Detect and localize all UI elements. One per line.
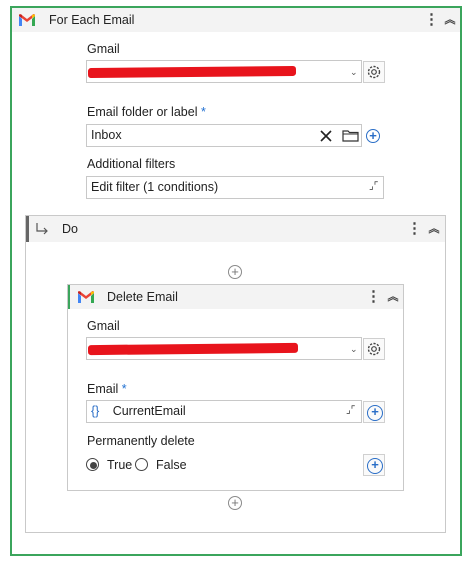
radio-false[interactable] xyxy=(135,458,148,471)
radio-true[interactable] xyxy=(86,458,99,471)
radio-true-label: True xyxy=(107,458,133,472)
gmail-settings-button[interactable] xyxy=(363,61,385,83)
add-icon: + xyxy=(367,458,383,474)
activity-title: For Each Email xyxy=(49,13,135,27)
filters-label: Additional filters xyxy=(87,157,176,171)
email-label: Email * xyxy=(87,382,127,396)
expand-icon[interactable]: ⌟⌜ xyxy=(346,405,355,416)
branch-arrow-icon xyxy=(36,223,48,235)
collapse-icon[interactable]: ︽ xyxy=(386,290,400,304)
add-icon[interactable]: + xyxy=(366,129,380,143)
variable-braces-icon: {} xyxy=(91,404,100,418)
clear-icon[interactable] xyxy=(320,130,332,142)
insert-activity-button[interactable]: + xyxy=(228,496,242,510)
gmail-label: Gmail xyxy=(87,42,120,56)
inner-gmail-label: Gmail xyxy=(87,319,120,333)
more-options-icon[interactable]: ⋮ xyxy=(407,221,422,237)
dropdown-caret-icon[interactable]: ⌄ xyxy=(350,67,358,78)
gmail-icon xyxy=(78,291,94,303)
do-header[interactable] xyxy=(26,216,445,242)
dropdown-caret-icon[interactable]: ⌄ xyxy=(350,344,358,355)
email-input[interactable]: {} CurrentEmail xyxy=(86,400,362,423)
delete-email-title: Delete Email xyxy=(107,290,178,304)
filters-input[interactable]: Edit filter (1 conditions) xyxy=(86,176,384,199)
inner-gmail-settings-button[interactable] xyxy=(363,338,385,360)
gear-icon xyxy=(367,342,381,356)
email-value: CurrentEmail xyxy=(112,404,186,418)
add-icon: + xyxy=(367,405,383,421)
insert-activity-button[interactable]: + xyxy=(228,265,242,279)
more-options-icon[interactable]: ⋮ xyxy=(424,12,439,28)
filters-value: Edit filter (1 conditions) xyxy=(91,180,219,194)
folder-icon[interactable] xyxy=(342,129,359,142)
folder-label: Email folder or label * xyxy=(87,105,206,119)
collapse-icon[interactable]: ︽ xyxy=(443,13,457,27)
gear-icon xyxy=(367,65,381,79)
gmail-icon xyxy=(19,14,35,26)
email-add-button[interactable]: + xyxy=(363,401,385,423)
collapse-icon[interactable]: ︽ xyxy=(427,222,441,236)
do-title: Do xyxy=(62,222,78,236)
expand-icon[interactable]: ⌟⌜ xyxy=(369,181,378,192)
radio-false-label: False xyxy=(156,458,187,472)
perm-delete-label: Permanently delete xyxy=(87,434,195,448)
more-options-icon[interactable]: ⋮ xyxy=(366,289,381,305)
perm-delete-add-button[interactable]: + xyxy=(363,454,385,476)
